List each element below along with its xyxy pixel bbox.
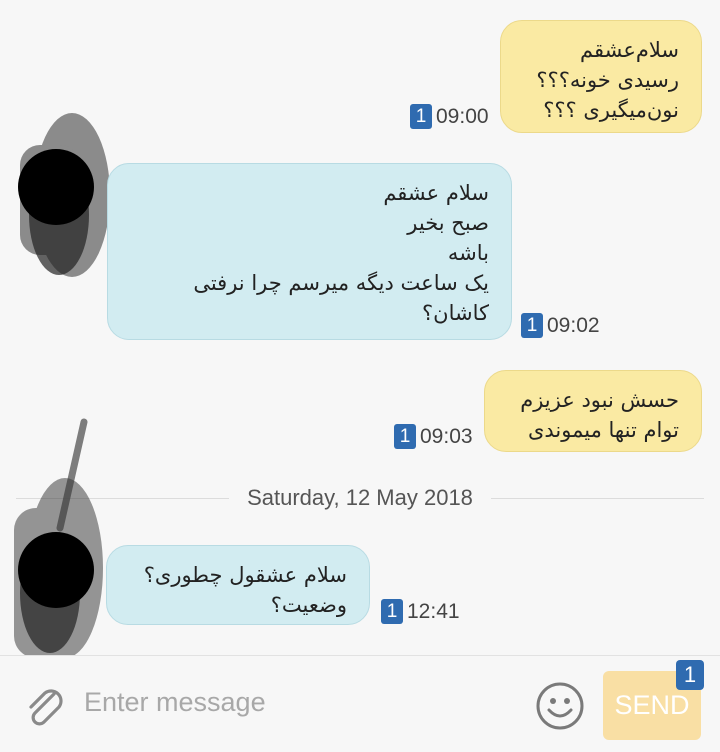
send-count-badge: 1 xyxy=(676,660,704,690)
incoming-message-bubble[interactable]: سلام عشقم صبح بخیر باشه یک ساعت دیگه میر… xyxy=(107,163,512,340)
unread-count-badge: 1 xyxy=(410,104,432,129)
unread-count-badge: 1 xyxy=(521,313,543,338)
message-meta: 1 09:03 xyxy=(394,424,473,449)
smiley-icon[interactable] xyxy=(534,680,586,732)
outgoing-message-bubble[interactable]: سلام‌عشقم رسیدی خونه؟؟؟ نون‌میگیری ؟؟؟ xyxy=(500,20,702,133)
unread-count-badge: 1 xyxy=(394,424,416,449)
message-meta: 1 09:02 xyxy=(521,313,600,338)
unread-count-badge: 1 xyxy=(381,599,403,624)
outgoing-message-bubble[interactable]: حسش نبود عزیزم توام تنها میموندی xyxy=(484,370,702,452)
avatar[interactable] xyxy=(10,418,110,655)
date-separator: Saturday, 12 May 2018 xyxy=(16,480,704,516)
message-meta: 1 12:41 xyxy=(381,599,460,624)
avatar[interactable] xyxy=(14,105,114,280)
divider xyxy=(490,497,704,499)
message-time: 09:00 xyxy=(436,104,489,128)
message-time: 12:41 xyxy=(407,599,460,623)
message-time: 09:02 xyxy=(547,313,600,337)
incoming-message-bubble[interactable]: سلام عشقول چطوری؟ وضعیت؟ xyxy=(106,545,370,625)
date-label: Saturday, 12 May 2018 xyxy=(247,485,473,510)
message-composer: SEND xyxy=(0,655,720,752)
message-time: 09:03 xyxy=(420,424,473,448)
paperclip-icon[interactable] xyxy=(22,684,68,730)
chat-area[interactable]: 1 09:00 سلام‌عشقم رسیدی خونه؟؟؟ نون‌میگی… xyxy=(0,0,720,655)
message-meta: 1 09:00 xyxy=(410,104,489,129)
message-input[interactable] xyxy=(84,678,504,726)
